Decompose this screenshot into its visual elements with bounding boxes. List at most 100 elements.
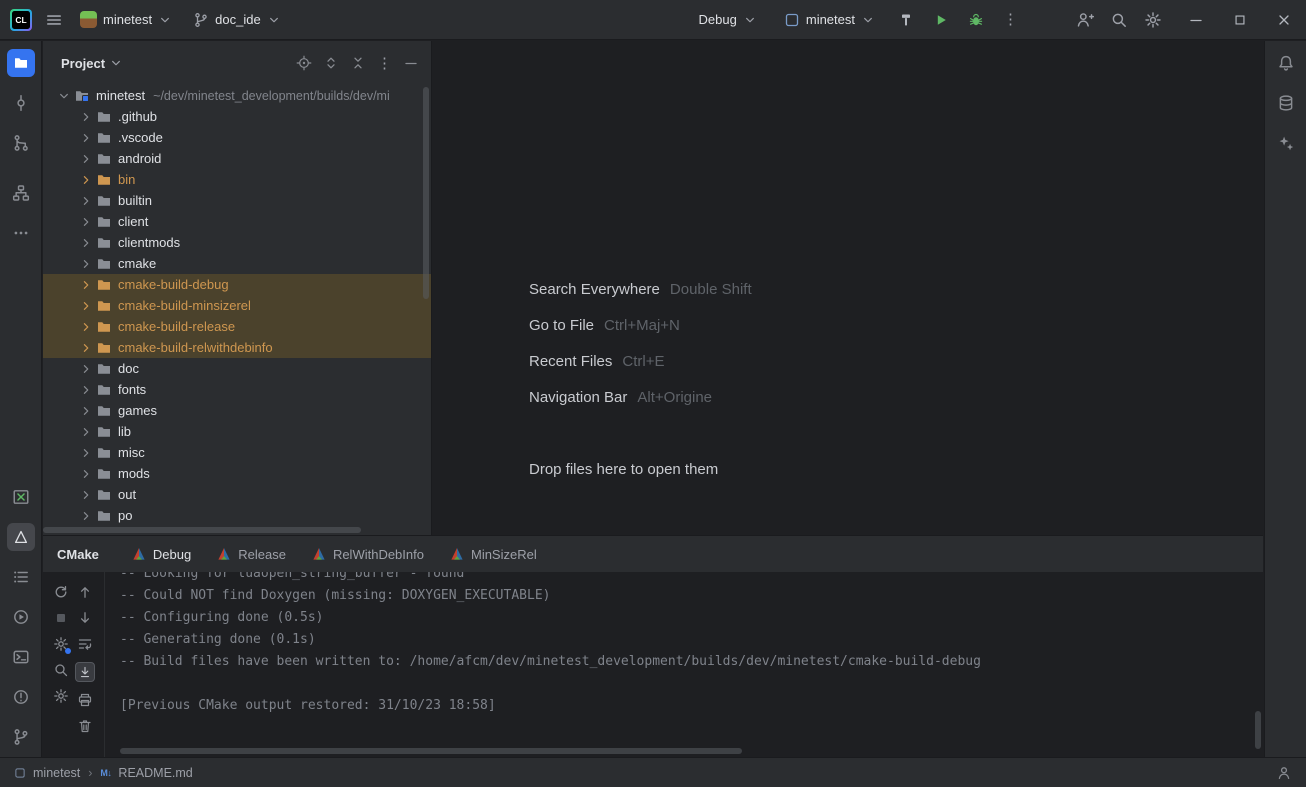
tree-item-po[interactable]: po — [43, 505, 431, 526]
tool-run-button[interactable] — [0, 597, 42, 637]
tool-structure-button[interactable] — [0, 173, 42, 213]
scroll-to-end-toggle[interactable] — [75, 662, 95, 682]
tree-item-lib[interactable]: lib — [43, 421, 431, 442]
tool-ai-assistant-button[interactable] — [1265, 123, 1306, 163]
cmake-tab-minsizerel[interactable]: MinSizeRel — [437, 536, 550, 572]
tool-commit-button[interactable] — [0, 83, 42, 123]
chevron-right-icon[interactable] — [79, 509, 93, 523]
locate-file-icon[interactable] — [296, 55, 312, 71]
expand-all-icon[interactable] — [323, 55, 339, 71]
chevron-right-icon[interactable] — [79, 131, 93, 145]
chevron-right-icon[interactable] — [79, 278, 93, 292]
tool-notifications-button[interactable] — [1265, 43, 1306, 83]
tree-item-builtin[interactable]: builtin — [43, 190, 431, 211]
cmake-tab-relwithdebinfo[interactable]: RelWithDebInfo — [299, 536, 437, 572]
tree-item-mods[interactable]: mods — [43, 463, 431, 484]
find-in-output-icon[interactable] — [53, 662, 69, 678]
console-vertical-scrollbar[interactable] — [1255, 711, 1261, 749]
tree-item-cmake[interactable]: cmake — [43, 253, 431, 274]
tree-item-cmake-build-debug[interactable]: cmake-build-debug — [43, 274, 431, 295]
tool-cmake-button[interactable] — [0, 517, 42, 557]
main-menu-icon[interactable] — [45, 11, 63, 29]
shortcut-action-link[interactable]: Go to File — [529, 317, 594, 334]
run-button[interactable] — [933, 12, 949, 28]
next-message-icon[interactable] — [77, 610, 93, 626]
window-minimize-button[interactable] — [1174, 0, 1218, 40]
tree-item-client[interactable]: client — [43, 211, 431, 232]
tool-pull-requests-button[interactable] — [0, 123, 42, 163]
tool-problems-button[interactable] — [0, 677, 42, 717]
tool-database-button[interactable] — [1265, 83, 1306, 123]
tree-item-cmake-build-relwithdebinfo[interactable]: cmake-build-relwithdebinfo — [43, 337, 431, 358]
project-vertical-scrollbar[interactable] — [423, 87, 429, 299]
project-horizontal-scrollbar[interactable] — [43, 527, 361, 533]
shortcut-action-link[interactable]: Navigation Bar — [529, 389, 627, 406]
stop-icon[interactable] — [53, 610, 69, 626]
cmake-tab-debug[interactable]: Debug — [119, 536, 204, 572]
reload-cmake-icon[interactable] — [53, 584, 69, 600]
tree-item-cmake-build-release[interactable]: cmake-build-release — [43, 316, 431, 337]
chevron-right-icon[interactable] — [79, 446, 93, 460]
search-everywhere-icon[interactable] — [1110, 11, 1128, 29]
chevron-right-icon[interactable] — [79, 425, 93, 439]
chevron-right-icon[interactable] — [79, 467, 93, 481]
chevron-right-icon[interactable] — [79, 236, 93, 250]
tree-item-.github[interactable]: .github — [43, 106, 431, 127]
window-maximize-button[interactable] — [1218, 0, 1262, 40]
run-config-selector[interactable]: minetest — [780, 8, 879, 32]
tree-item-games[interactable]: games — [43, 400, 431, 421]
code-with-me-icon[interactable] — [1076, 11, 1094, 29]
debug-button[interactable] — [968, 12, 984, 28]
project-widget[interactable]: minetest — [76, 7, 176, 32]
more-actions-icon[interactable]: ⋮ — [1003, 12, 1018, 27]
console-horizontal-scrollbar[interactable] — [120, 748, 742, 754]
hide-panel-icon[interactable] — [403, 55, 419, 71]
tree-item-clientmods[interactable]: clientmods — [43, 232, 431, 253]
chevron-right-icon[interactable] — [79, 341, 93, 355]
chevron-right-icon[interactable] — [79, 383, 93, 397]
panel-options-icon[interactable]: ⋮ — [377, 56, 392, 71]
cmake-settings-icon[interactable] — [53, 636, 69, 652]
clear-output-icon[interactable] — [77, 718, 93, 734]
tree-item-bin[interactable]: bin — [43, 169, 431, 190]
tree-item-out[interactable]: out — [43, 484, 431, 505]
chevron-right-icon[interactable] — [79, 215, 93, 229]
shortcut-action-link[interactable]: Search Everywhere — [529, 281, 660, 298]
collapse-all-icon[interactable] — [350, 55, 366, 71]
console-output[interactable]: -- Looking for luaopen_string_buffer - f… — [105, 572, 1263, 757]
tool-todo-button[interactable] — [0, 557, 42, 597]
tree-item-misc[interactable]: misc — [43, 442, 431, 463]
shortcut-action-link[interactable]: Recent Files — [529, 353, 612, 370]
breadcrumb-file[interactable]: M↓ README.md — [100, 766, 192, 780]
vcs-widget[interactable]: doc_ide — [189, 8, 285, 32]
chevron-right-icon[interactable] — [79, 404, 93, 418]
more-tool-windows-button[interactable] — [0, 213, 42, 253]
chevron-right-icon[interactable] — [79, 320, 93, 334]
chevron-right-icon[interactable] — [79, 173, 93, 187]
soft-wrap-icon[interactable] — [77, 636, 93, 652]
build-button[interactable] — [898, 12, 914, 28]
print-icon[interactable] — [77, 692, 93, 708]
tree-root-minetest[interactable]: minetest ~/dev/minetest_development/buil… — [43, 85, 431, 106]
cmake-tab-release[interactable]: Release — [204, 536, 299, 572]
chevron-right-icon[interactable] — [79, 299, 93, 313]
settings-gear-icon[interactable] — [1144, 11, 1162, 29]
chevron-right-icon[interactable] — [79, 257, 93, 271]
window-close-button[interactable] — [1262, 0, 1306, 40]
breadcrumb-project[interactable]: minetest — [14, 766, 80, 780]
tree-item-cmake-build-minsizerel[interactable]: cmake-build-minsizerel — [43, 295, 431, 316]
tool-csv-button[interactable] — [0, 477, 42, 517]
tool-git-button[interactable] — [0, 717, 42, 757]
chevron-right-icon[interactable] — [79, 194, 93, 208]
project-panel-title[interactable]: Project — [61, 56, 123, 71]
tree-item-android[interactable]: android — [43, 148, 431, 169]
tree-item-.vscode[interactable]: .vscode — [43, 127, 431, 148]
tree-item-doc[interactable]: doc — [43, 358, 431, 379]
profile-icon[interactable] — [1276, 765, 1292, 781]
tree-item-fonts[interactable]: fonts — [43, 379, 431, 400]
tool-project-button[interactable] — [0, 43, 42, 83]
chevron-right-icon[interactable] — [79, 488, 93, 502]
prev-message-icon[interactable] — [77, 584, 93, 600]
chevron-right-icon[interactable] — [79, 110, 93, 124]
chevron-down-icon[interactable] — [57, 89, 71, 103]
